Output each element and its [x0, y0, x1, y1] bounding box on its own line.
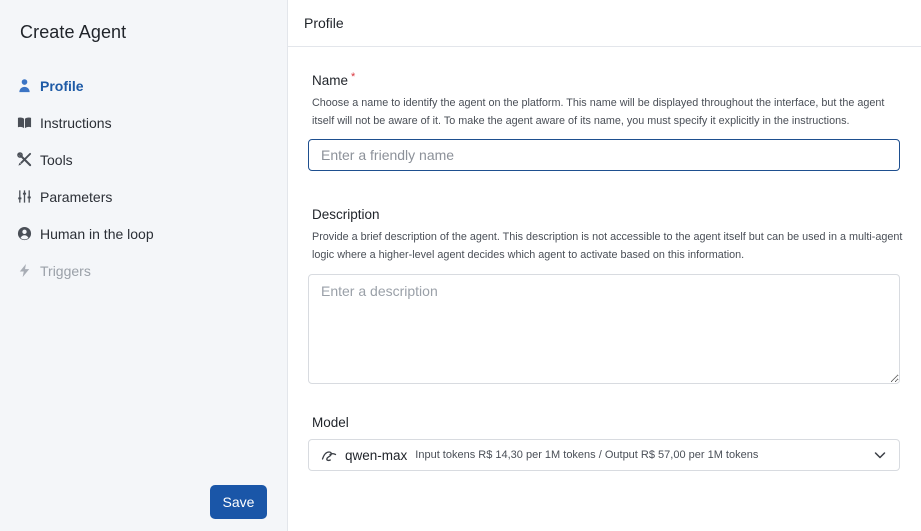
tools-icon — [16, 152, 32, 168]
bolt-icon — [16, 263, 32, 279]
book-icon — [16, 115, 32, 131]
sidebar: Create Agent Profile Instructions Tools — [0, 0, 288, 531]
sidebar-title: Create Agent — [20, 22, 127, 42]
description-textarea[interactable] — [308, 274, 900, 384]
model-select[interactable]: qwen-max Input tokens R$ 14,30 per 1M to… — [308, 439, 900, 471]
sidebar-item-parameters[interactable]: Parameters — [16, 178, 276, 215]
description-field-group: Description Provide a brief description … — [308, 207, 905, 389]
page-title: Profile — [288, 0, 921, 47]
sidebar-item-label: Profile — [40, 77, 84, 94]
model-field-group: Model qwen-max Input tokens R$ 14,30 per… — [308, 415, 905, 471]
sidebar-item-human-in-the-loop[interactable]: Human in the loop — [16, 215, 276, 252]
sidebar-item-profile[interactable]: Profile — [16, 67, 276, 104]
name-input[interactable] — [308, 139, 900, 171]
sidebar-item-triggers[interactable]: Triggers — [16, 252, 276, 289]
model-pricing-text: Input tokens R$ 14,30 per 1M tokens / Ou… — [415, 449, 759, 461]
sidebar-item-label: Human in the loop — [40, 225, 154, 242]
user-circle-icon — [16, 226, 32, 242]
name-label-text: Name — [312, 73, 349, 88]
main-content: Profile Name * Choose a name to identify … — [288, 0, 921, 531]
app: Create Agent Profile Instructions Tools — [0, 0, 921, 531]
name-label: Name * — [312, 71, 905, 88]
description-label: Description — [312, 207, 380, 222]
model-provider-icon — [321, 448, 337, 462]
sidebar-item-tools[interactable]: Tools — [16, 141, 276, 178]
sidebar-item-label: Instructions — [40, 114, 112, 131]
save-button[interactable]: Save — [210, 485, 267, 519]
name-field-group: Name * Choose a name to identify the agen… — [308, 71, 905, 171]
sidebar-item-label: Parameters — [40, 188, 113, 205]
chevron-down-icon — [873, 448, 887, 462]
name-help-text: Choose a name to identify the agent on t… — [312, 97, 885, 127]
sidebar-nav: Profile Instructions Tools Parameters Hu… — [16, 67, 276, 289]
required-mark: * — [351, 71, 356, 83]
sidebar-item-label: Triggers — [40, 262, 91, 279]
sidebar-item-instructions[interactable]: Instructions — [16, 104, 276, 141]
model-label: Model — [312, 415, 349, 430]
sliders-icon — [16, 189, 32, 205]
description-help-text: Provide a brief description of the agent… — [312, 231, 903, 261]
model-selected-name: qwen-max — [345, 447, 408, 463]
profile-form: Name * Choose a name to identify the agen… — [308, 47, 905, 471]
sidebar-item-label: Tools — [40, 151, 73, 168]
person-icon — [16, 78, 32, 94]
